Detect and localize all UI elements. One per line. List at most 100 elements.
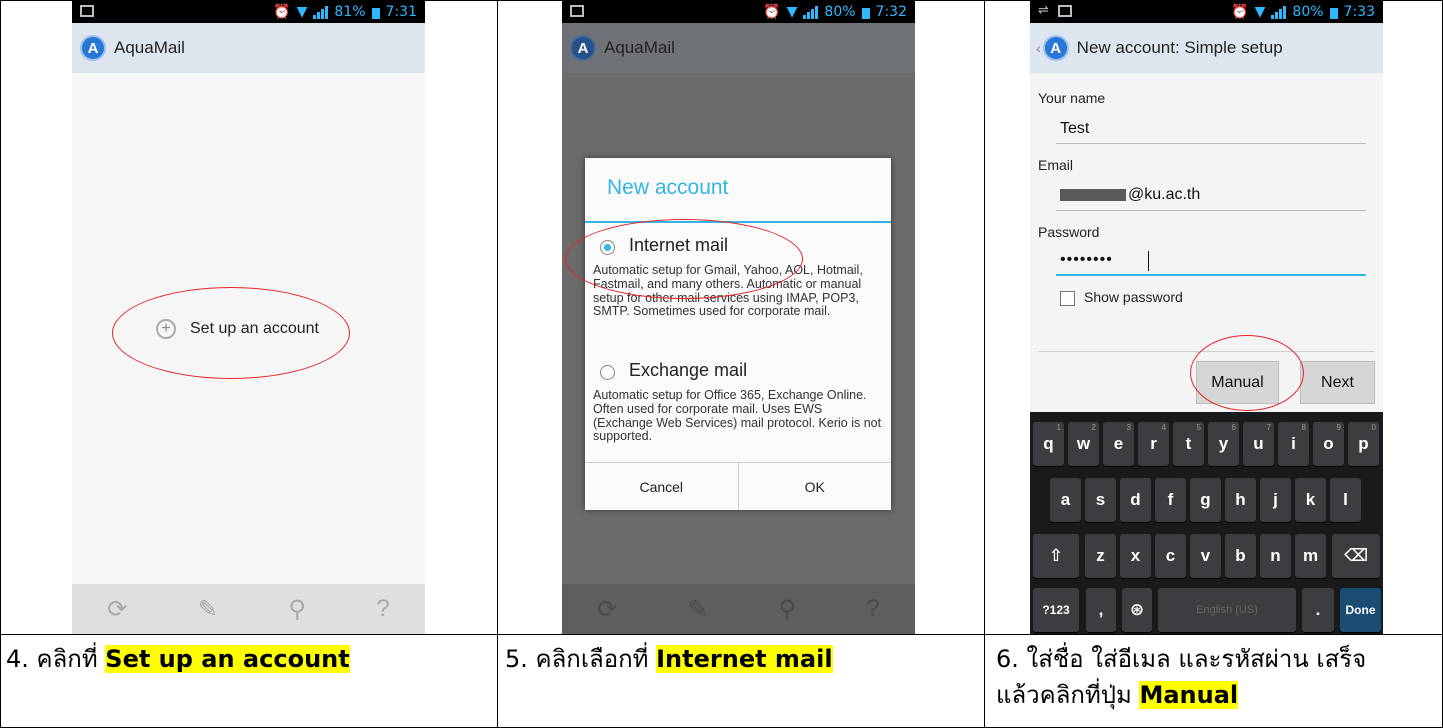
key-t[interactable]: t5 bbox=[1173, 422, 1204, 466]
backspace-key[interactable]: ⌫ bbox=[1332, 534, 1380, 578]
key-q[interactable]: q1 bbox=[1033, 422, 1064, 466]
password-underline bbox=[1056, 274, 1366, 276]
caption-6-text: แล้วคลิกที่ปุ่ม bbox=[996, 681, 1140, 709]
key-c[interactable]: c bbox=[1155, 534, 1186, 578]
comma-key[interactable]: , bbox=[1086, 588, 1116, 632]
caption-4-highlight: Set up an account bbox=[105, 645, 350, 673]
signal-icon bbox=[803, 5, 819, 19]
app-title: AquaMail bbox=[114, 38, 185, 57]
wifi-icon: ▼ bbox=[296, 4, 308, 20]
key-o[interactable]: o9 bbox=[1313, 422, 1344, 466]
next-button[interactable]: Next bbox=[1300, 361, 1375, 404]
space-key[interactable]: English (US) bbox=[1158, 588, 1296, 632]
highlight-ellipse-setup bbox=[112, 287, 350, 379]
bottom-toolbar: ⟳ ✎ ⚲ ? bbox=[562, 584, 915, 634]
screen-title: New account: Simple setup bbox=[1076, 38, 1283, 57]
exchange-mail-label: Exchange mail bbox=[629, 360, 748, 380]
done-key[interactable]: Done bbox=[1340, 588, 1381, 632]
clock: 7:32 bbox=[875, 4, 907, 20]
compose-pencil-icon: ✎ bbox=[687, 595, 708, 623]
key-v[interactable]: v bbox=[1190, 534, 1221, 578]
text-cursor bbox=[1148, 251, 1149, 271]
aquamail-logo-icon: A bbox=[80, 35, 106, 61]
refresh-icon[interactable]: ⟳ bbox=[107, 595, 127, 624]
show-password-checkbox[interactable] bbox=[1060, 291, 1075, 306]
status-bar: ⏰ ▼ 80% 7:32 bbox=[562, 1, 915, 23]
highlight-ellipse-internet-mail bbox=[565, 219, 803, 299]
key-a[interactable]: a bbox=[1050, 478, 1081, 522]
status-bar: ⇌ ⏰ ▼ 80% 7:33 bbox=[1030, 1, 1383, 23]
wifi-icon: ▼ bbox=[786, 4, 798, 20]
search-icon[interactable]: ⚲ bbox=[288, 595, 306, 624]
key-b[interactable]: b bbox=[1225, 534, 1256, 578]
table-mid-border bbox=[0, 634, 1443, 635]
period-key[interactable]: . bbox=[1302, 588, 1334, 632]
password-input[interactable]: •••••••• bbox=[1060, 251, 1113, 269]
action-bar: A AquaMail bbox=[72, 23, 425, 73]
aquamail-logo-icon: A bbox=[570, 35, 596, 61]
key-h[interactable]: h bbox=[1225, 478, 1256, 522]
caption-step-5: 5. คลิกเลือกที่ Internet mail bbox=[505, 641, 833, 677]
key-k[interactable]: k bbox=[1295, 478, 1326, 522]
back-chevron-icon[interactable]: ‹ bbox=[1036, 40, 1041, 56]
alarm-icon: ⏰ bbox=[273, 4, 291, 20]
dialog-buttons: Cancel OK bbox=[585, 462, 891, 510]
key-z[interactable]: z bbox=[1085, 534, 1116, 578]
email-input[interactable]: @ku.ac.th bbox=[1060, 186, 1200, 204]
signal-icon bbox=[313, 5, 329, 19]
app-title: AquaMail bbox=[604, 38, 675, 57]
highlight-ellipse-manual bbox=[1190, 335, 1304, 411]
caption-step-4: 4. คลิกที่ Set up an account bbox=[6, 641, 350, 677]
alarm-icon: ⏰ bbox=[763, 4, 781, 20]
image-notification-icon bbox=[80, 5, 94, 17]
key-f[interactable]: f bbox=[1155, 478, 1186, 522]
key-i[interactable]: i8 bbox=[1278, 422, 1309, 466]
key-r[interactable]: r4 bbox=[1138, 422, 1169, 466]
exchange-mail-radio[interactable] bbox=[600, 365, 615, 380]
compose-pencil-icon[interactable]: ✎ bbox=[198, 595, 218, 624]
caption-6-line-1: 6. ใส่ชื่อ ใส่อีเมล และรหัสผ่าน เสร็จ bbox=[996, 645, 1367, 673]
new-account-dialog: New account Internet mail Automatic setu… bbox=[585, 158, 891, 510]
option-exchange-mail[interactable]: Exchange mail Automatic setup for Office… bbox=[585, 354, 891, 458]
key-e[interactable]: e3 bbox=[1103, 422, 1134, 466]
usb-icon: ⇌ bbox=[1038, 3, 1049, 18]
caption-6-highlight: Manual bbox=[1139, 681, 1239, 709]
language-globe-icon[interactable]: ⊛ bbox=[1122, 588, 1152, 632]
screenshot-panel-3: ⇌ ⏰ ▼ 80% 7:33 ‹ A New account: Simple s… bbox=[1030, 1, 1383, 634]
battery-icon bbox=[861, 5, 870, 19]
key-w[interactable]: w2 bbox=[1068, 422, 1099, 466]
key-x[interactable]: x bbox=[1120, 534, 1151, 578]
bottom-toolbar: ⟳ ✎ ⚲ ? bbox=[72, 584, 425, 634]
key-g[interactable]: g bbox=[1190, 478, 1221, 522]
key-n[interactable]: n bbox=[1260, 534, 1291, 578]
ok-button[interactable]: OK bbox=[739, 463, 892, 510]
symbols-key[interactable]: ?123 bbox=[1033, 588, 1079, 632]
redacted-email-block bbox=[1060, 189, 1126, 201]
key-p[interactable]: p0 bbox=[1348, 422, 1379, 466]
caption-4-text: 4. คลิกที่ bbox=[6, 645, 106, 673]
wifi-icon: ▼ bbox=[1254, 4, 1266, 20]
key-u[interactable]: u7 bbox=[1243, 422, 1274, 466]
refresh-icon: ⟳ bbox=[597, 595, 618, 623]
key-l[interactable]: l bbox=[1330, 478, 1361, 522]
key-m[interactable]: m bbox=[1295, 534, 1326, 578]
key-d[interactable]: d bbox=[1120, 478, 1151, 522]
email-domain: @ku.ac.th bbox=[1128, 186, 1201, 203]
shift-key[interactable]: ⇧ bbox=[1033, 534, 1079, 578]
dialog-title: New account bbox=[607, 176, 729, 199]
help-icon: ? bbox=[866, 595, 880, 622]
help-icon[interactable]: ? bbox=[376, 595, 389, 623]
battery-icon bbox=[1329, 5, 1338, 19]
exchange-mail-description: Automatic setup for Office 365, Exchange… bbox=[593, 388, 882, 444]
screenshot-panel-2: ⏰ ▼ 80% 7:32 A AquaMail ⟳ ✎ ⚲ ? New acco… bbox=[562, 1, 915, 634]
cancel-button[interactable]: Cancel bbox=[585, 463, 739, 510]
name-input[interactable]: Test bbox=[1060, 120, 1089, 138]
password-label: Password bbox=[1038, 224, 1100, 240]
caption-5-highlight: Internet mail bbox=[656, 645, 833, 673]
action-bar: ‹ A New account: Simple setup bbox=[1030, 23, 1383, 73]
key-y[interactable]: y6 bbox=[1208, 422, 1239, 466]
status-bar: ⏰ ▼ 81% 7:31 bbox=[72, 1, 425, 23]
key-j[interactable]: j bbox=[1260, 478, 1291, 522]
aquamail-logo-icon: A bbox=[1042, 35, 1069, 61]
key-s[interactable]: s bbox=[1085, 478, 1116, 522]
